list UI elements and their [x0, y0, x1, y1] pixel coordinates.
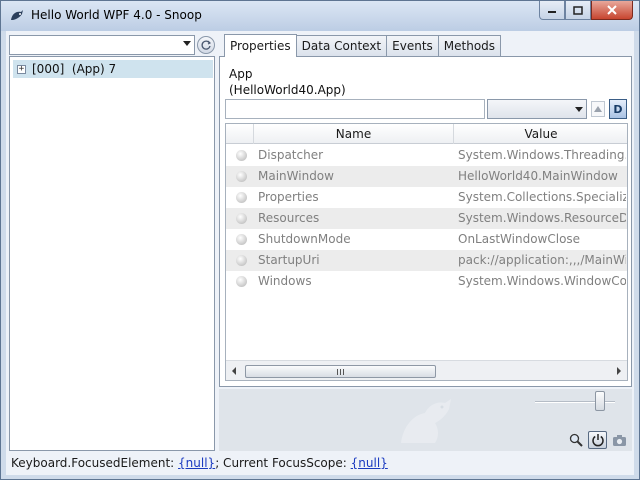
- sort-up-icon: [594, 106, 602, 112]
- header-icon-column[interactable]: [226, 124, 254, 144]
- table-row[interactable]: ShutdownMode OnLastWindowClose: [226, 229, 627, 250]
- zoom-slider-thumb[interactable]: [595, 391, 605, 411]
- tab-methods[interactable]: Methods: [437, 35, 502, 56]
- breakpoint-dot-icon[interactable]: [236, 276, 247, 287]
- grip-icon: [337, 369, 344, 375]
- breakpoint-dot-icon[interactable]: [236, 255, 247, 266]
- table-row[interactable]: StartupUri pack://application:,,,/MainWi…: [226, 250, 627, 271]
- preview-area: [219, 389, 632, 451]
- table-row[interactable]: Properties System.Collections.Specialize…: [226, 187, 627, 208]
- tab-label: Data Context: [301, 39, 382, 53]
- object-type: (HelloWorld40.App): [229, 83, 346, 97]
- close-icon: [607, 5, 617, 15]
- snoop-logo-icon: [11, 10, 23, 20]
- minimize-icon: [548, 11, 556, 13]
- focused-element-label: Keyboard.FocusedElement:: [11, 456, 175, 470]
- breakpoint-dot-icon[interactable]: [236, 150, 247, 161]
- tab-properties[interactable]: Properties: [224, 34, 297, 57]
- tab-label: Methods: [443, 39, 496, 53]
- focused-element-link[interactable]: {null}: [178, 456, 215, 470]
- tab-label: Properties: [230, 39, 291, 53]
- close-button[interactable]: [591, 1, 633, 20]
- magnifier-icon: [569, 433, 583, 447]
- property-name: Windows: [258, 274, 312, 288]
- tree-item-label: [000] (App) 7: [32, 62, 117, 76]
- breakpoint-dot-icon[interactable]: [236, 192, 247, 203]
- preview-tools: [566, 431, 629, 449]
- property-name: MainWindow: [258, 169, 334, 183]
- maximize-button[interactable]: [565, 1, 591, 20]
- table-row[interactable]: Windows System.Windows.WindowColle: [226, 271, 627, 292]
- tab-data-context[interactable]: Data Context: [295, 35, 388, 56]
- header-name[interactable]: Name: [254, 124, 454, 144]
- property-value[interactable]: pack://application:,,,/MainWind: [458, 250, 626, 271]
- camera-icon: [613, 434, 626, 446]
- scroll-left-icon[interactable]: [232, 367, 236, 375]
- property-value[interactable]: System.Windows.Threading.Dis: [458, 145, 626, 166]
- property-name: Resources: [258, 211, 320, 225]
- status-bar: Keyboard.FocusedElement: {null}; Current…: [6, 453, 634, 475]
- selected-object: App (HelloWorld40.App): [229, 66, 346, 98]
- breakpoint-dot-icon[interactable]: [236, 213, 247, 224]
- object-name: App: [229, 67, 253, 81]
- zoom-button[interactable]: [566, 431, 585, 449]
- sort-button[interactable]: [591, 101, 605, 117]
- snoop-window: Hello World WPF 4.0 - Snoop + [000] (App…: [0, 0, 640, 480]
- table-row[interactable]: Resources System.Windows.ResourceDicti: [226, 208, 627, 229]
- refresh-icon: [201, 40, 212, 50]
- caption-buttons: [539, 1, 633, 21]
- scroll-right-icon[interactable]: [617, 367, 621, 375]
- property-value[interactable]: System.Windows.WindowColle: [458, 271, 626, 292]
- chevron-down-icon: [183, 41, 191, 46]
- property-name: Properties: [258, 190, 319, 204]
- property-filter-input[interactable]: [225, 99, 485, 119]
- property-name: ShutdownMode: [258, 232, 351, 246]
- screenshot-button[interactable]: [610, 431, 629, 449]
- property-filter-combo[interactable]: [487, 99, 587, 119]
- property-grid[interactable]: Name Value Dispatcher System.Windows.Thr…: [225, 123, 628, 381]
- visual-tree[interactable]: + [000] (App) 7: [9, 56, 215, 451]
- header-value[interactable]: Value: [454, 124, 627, 144]
- horizontal-scrollbar[interactable]: [226, 360, 627, 380]
- focus-scope-link[interactable]: {null}: [351, 456, 388, 470]
- tree-filter-combo[interactable]: [9, 35, 195, 55]
- power-button[interactable]: [588, 431, 607, 449]
- properties-panel: App (HelloWorld40.App) D Name Value Disp…: [219, 56, 632, 387]
- property-name: Dispatcher: [258, 148, 324, 162]
- refresh-button[interactable]: [197, 36, 215, 54]
- maximize-icon: [573, 5, 583, 15]
- minimize-button[interactable]: [539, 1, 565, 20]
- expand-icon[interactable]: +: [17, 64, 26, 74]
- focus-scope-label: ; Current FocusScope:: [215, 456, 347, 470]
- default-values-toggle[interactable]: D: [609, 99, 627, 119]
- chevron-down-icon: [575, 107, 583, 112]
- scroll-thumb[interactable]: [245, 365, 436, 378]
- breakpoint-dot-icon[interactable]: [236, 171, 247, 182]
- tree-item-app[interactable]: + [000] (App) 7: [13, 60, 213, 78]
- property-name: StartupUri: [258, 253, 320, 267]
- property-value[interactable]: System.Windows.ResourceDicti: [458, 208, 626, 229]
- property-value[interactable]: System.Collections.Specialized.: [458, 187, 626, 208]
- grid-rows: Dispatcher System.Windows.Threading.Dis …: [226, 145, 627, 292]
- client-area: + [000] (App) 7 Properties Data Context …: [6, 31, 634, 474]
- power-icon: [591, 434, 604, 447]
- title-bar[interactable]: Hello World WPF 4.0 - Snoop: [1, 1, 639, 31]
- tab-events[interactable]: Events: [386, 35, 439, 56]
- property-value[interactable]: OnLastWindowClose: [458, 229, 626, 250]
- property-value[interactable]: HelloWorld40.MainWindow: [458, 166, 626, 187]
- inspector-tabs: Properties Data Context Events Methods: [224, 34, 502, 57]
- table-row[interactable]: MainWindow HelloWorld40.MainWindow: [226, 166, 627, 187]
- snoop-watermark-icon: [401, 399, 451, 443]
- breakpoint-dot-icon[interactable]: [236, 234, 247, 245]
- table-row[interactable]: Dispatcher System.Windows.Threading.Dis: [226, 145, 627, 166]
- window-title: Hello World WPF 4.0 - Snoop: [31, 8, 202, 22]
- grid-header: Name Value: [226, 124, 627, 144]
- tab-label: Events: [392, 39, 433, 53]
